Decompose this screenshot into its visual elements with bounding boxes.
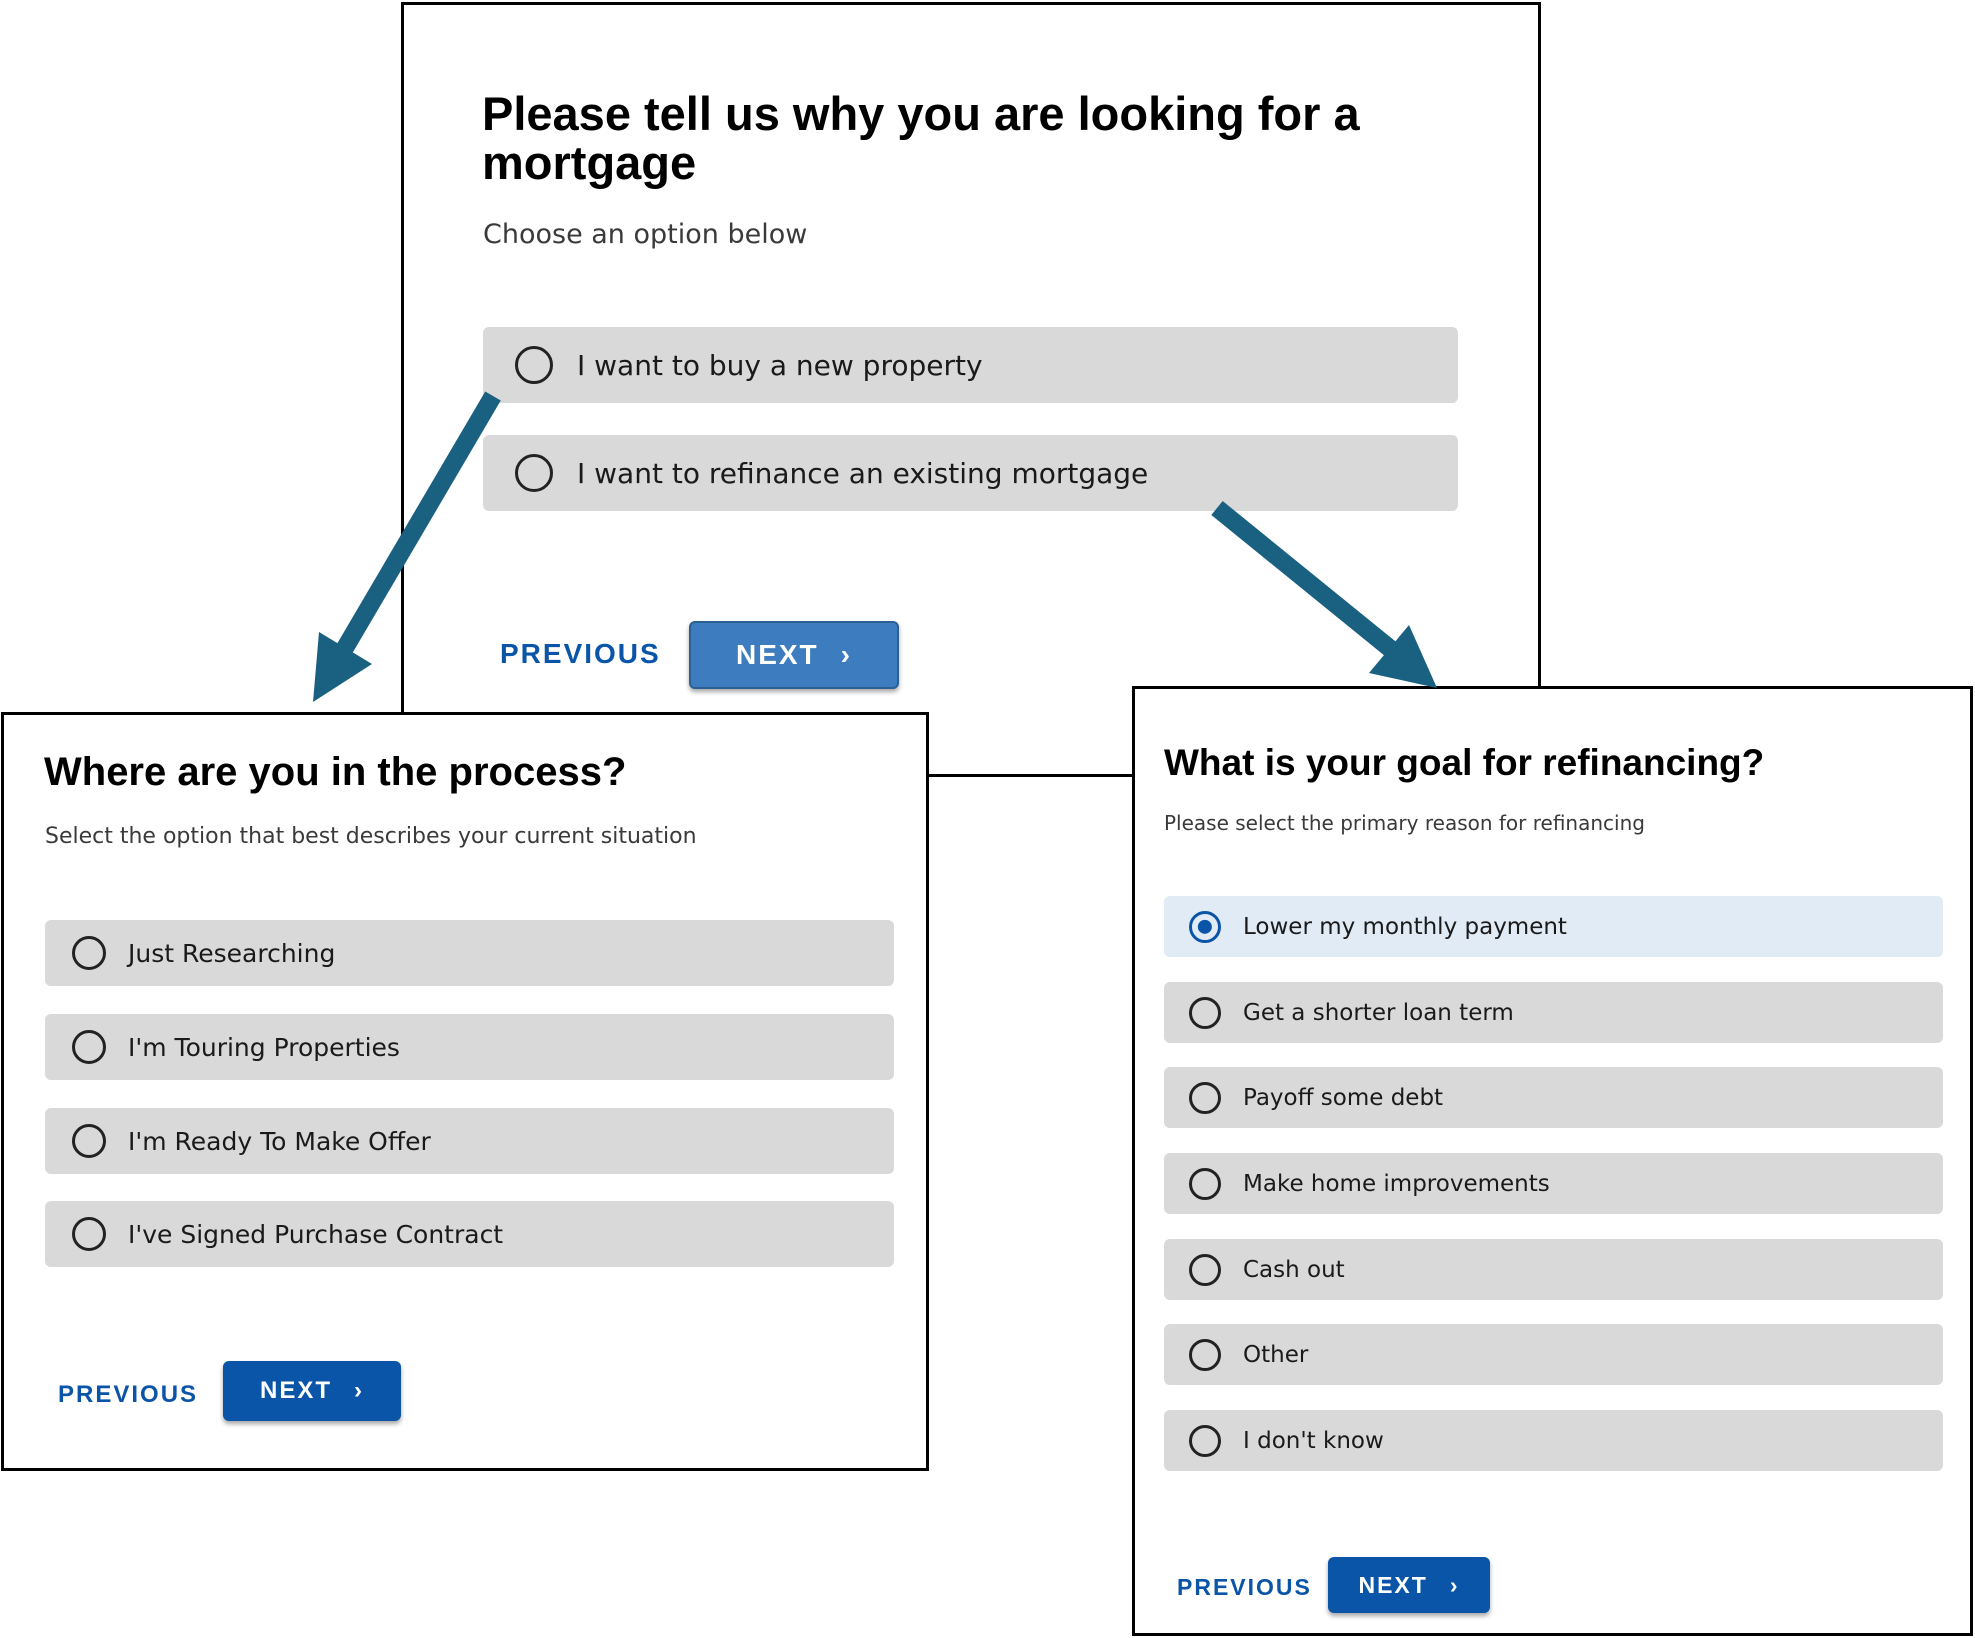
option-payoff-debt[interactable]: Payoff some debt — [1164, 1067, 1943, 1128]
option-ready-to-make-offer[interactable]: I'm Ready To Make Offer — [45, 1108, 894, 1174]
panel-subtitle: Select the option that best describes yo… — [45, 824, 697, 849]
option-label: I'm Touring Properties — [128, 1032, 400, 1062]
chevron-right-icon: › — [1449, 1571, 1460, 1598]
next-button[interactable]: NEXT › — [223, 1361, 401, 1421]
next-button-label: NEXT — [259, 1377, 332, 1404]
purchase-process-panel: Where are you in the process? Select the… — [1, 712, 929, 1471]
mortgage-reason-panel: Please tell us why you are looking for a… — [401, 2, 1541, 777]
radio-unchecked-icon[interactable] — [1189, 1167, 1221, 1200]
option-touring-properties[interactable]: I'm Touring Properties — [45, 1014, 894, 1080]
radio-unchecked-icon[interactable] — [1189, 1338, 1221, 1371]
option-label: Cash out — [1243, 1256, 1345, 1283]
option-label: Payoff some debt — [1243, 1084, 1444, 1111]
option-dont-know[interactable]: I don't know — [1164, 1410, 1943, 1471]
option-label: I'm Ready To Make Offer — [128, 1126, 431, 1156]
panel-title: Where are you in the process? — [44, 750, 627, 794]
refinance-goal-panel: What is your goal for refinancing? Pleas… — [1132, 686, 1973, 1636]
radio-unchecked-icon[interactable] — [72, 1217, 106, 1251]
option-just-researching[interactable]: Just Researching — [45, 920, 894, 986]
option-label: Make home improvements — [1243, 1170, 1550, 1197]
chevron-right-icon: › — [354, 1377, 364, 1404]
radio-checked-icon[interactable] — [1189, 910, 1221, 943]
option-shorter-loan-term[interactable]: Get a shorter loan term — [1164, 982, 1943, 1043]
radio-unchecked-icon[interactable] — [72, 1030, 106, 1064]
option-label: I don't know — [1243, 1427, 1384, 1454]
option-label: Lower my monthly payment — [1243, 913, 1567, 940]
next-button[interactable]: NEXT › — [1328, 1557, 1490, 1613]
previous-button[interactable]: PREVIOUS — [500, 638, 661, 670]
next-button-label: NEXT — [1358, 1571, 1428, 1598]
page-subtitle: Choose an option below — [483, 219, 808, 250]
next-button[interactable]: NEXT › — [689, 621, 899, 689]
option-buy-new-property[interactable]: I want to buy a new property — [483, 327, 1458, 403]
panel-subtitle: Please select the primary reason for ref… — [1164, 811, 1645, 835]
option-label: Get a shorter loan term — [1243, 999, 1514, 1026]
radio-unchecked-icon[interactable] — [1189, 996, 1221, 1029]
radio-unchecked-icon[interactable] — [515, 454, 553, 492]
radio-unchecked-icon[interactable] — [72, 936, 106, 970]
option-label: Just Researching — [128, 938, 336, 968]
radio-unchecked-icon[interactable] — [1189, 1253, 1221, 1286]
page-title: Please tell us why you are looking for a… — [482, 87, 1360, 190]
option-label: Other — [1243, 1341, 1309, 1368]
option-lower-monthly-payment[interactable]: Lower my monthly payment — [1164, 896, 1943, 957]
radio-unchecked-icon[interactable] — [1189, 1424, 1221, 1457]
previous-button[interactable]: PREVIOUS — [1177, 1574, 1312, 1601]
option-label: I want to refinance an existing mortgage — [577, 456, 1149, 490]
option-label: I've Signed Purchase Contract — [128, 1219, 504, 1249]
next-button-label: NEXT — [735, 639, 819, 670]
option-signed-purchase-contract[interactable]: I've Signed Purchase Contract — [45, 1201, 894, 1267]
radio-unchecked-icon[interactable] — [72, 1124, 106, 1158]
panel-title: What is your goal for refinancing? — [1164, 742, 1765, 783]
option-cash-out[interactable]: Cash out — [1164, 1239, 1943, 1300]
previous-button[interactable]: PREVIOUS — [58, 1381, 198, 1409]
option-home-improvements[interactable]: Make home improvements — [1164, 1153, 1943, 1214]
arrow-head-icon — [313, 632, 372, 702]
option-refinance-mortgage[interactable]: I want to refinance an existing mortgage — [483, 435, 1458, 511]
chevron-right-icon: › — [840, 639, 852, 670]
radio-unchecked-icon[interactable] — [1189, 1081, 1221, 1114]
radio-unchecked-icon[interactable] — [515, 346, 553, 384]
option-other[interactable]: Other — [1164, 1324, 1943, 1385]
option-label: I want to buy a new property — [577, 348, 983, 382]
